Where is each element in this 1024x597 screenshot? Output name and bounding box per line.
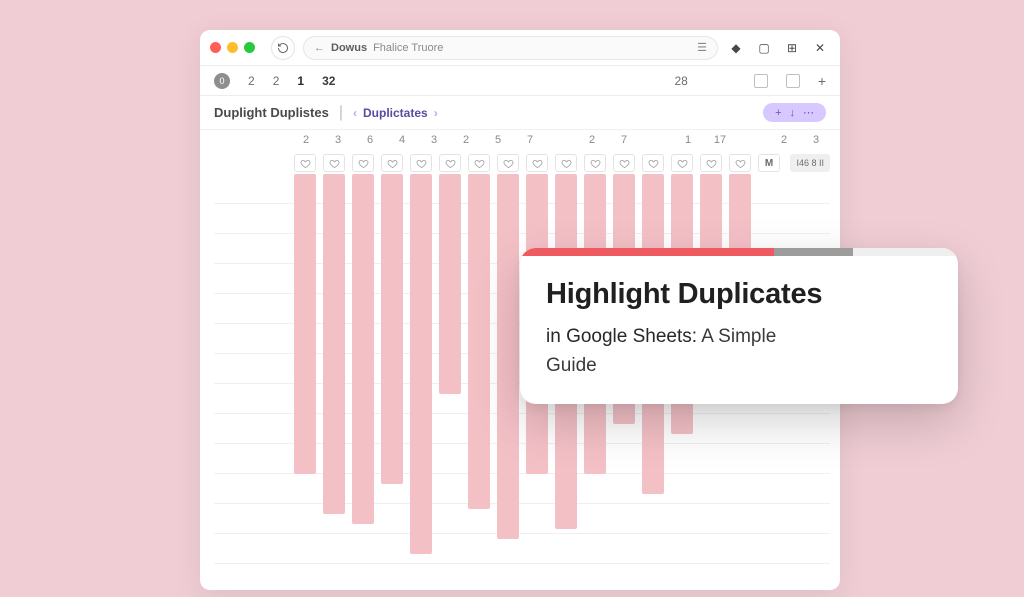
bar — [381, 174, 403, 484]
tab-num[interactable]: 1 — [297, 74, 304, 88]
overlay-body: Highlight Duplicates in Google Sheets: A… — [520, 256, 958, 404]
tab-num[interactable]: 2 — [273, 74, 280, 88]
tab-button-1[interactable] — [754, 74, 768, 88]
bar-column — [497, 174, 519, 539]
bar-column — [410, 174, 432, 554]
overlay-sub-a: in Google Sheets: — [546, 326, 697, 347]
bar-column — [294, 174, 316, 474]
header-num: 5 — [488, 134, 508, 146]
more-icon: ⋯ — [803, 106, 814, 119]
overlay-title: Highlight Duplicates — [546, 278, 932, 311]
bar-column — [439, 174, 461, 394]
tab-badge[interactable]: 0 — [214, 73, 230, 89]
breadcrumb-item-2[interactable]: ‹ Duplictates › — [353, 106, 438, 120]
address-text: Fhalice Truore — [373, 42, 443, 54]
address-bar[interactable]: ← Dowus Fhalice Truore ☰ — [303, 36, 718, 60]
tab-num-right: 28 — [674, 74, 687, 88]
add-icon: + — [775, 107, 781, 119]
column-marker[interactable] — [468, 154, 490, 172]
back-icon[interactable]: ← — [314, 42, 325, 54]
column-marker[interactable] — [526, 154, 548, 172]
column-marker[interactable] — [671, 154, 693, 172]
header-num: 7 — [520, 134, 540, 146]
tab-num[interactable]: 32 — [322, 74, 335, 88]
address-lead: Dowus — [331, 42, 367, 54]
header-num: 2 — [456, 134, 476, 146]
maximize-icon[interactable] — [244, 42, 255, 53]
column-marker[interactable] — [555, 154, 577, 172]
bar — [352, 174, 374, 524]
new-tab-button[interactable]: + — [818, 73, 826, 89]
bar-column — [468, 174, 490, 509]
overlay-sub-b: A Simple — [697, 326, 776, 347]
close-icon[interactable] — [210, 42, 221, 53]
header-num: 3 — [424, 134, 444, 146]
header-num: 6 — [360, 134, 380, 146]
breadcrumb-item-2-label: Duplictates — [363, 106, 428, 120]
column-marker[interactable] — [729, 154, 751, 172]
header-num: 4 — [392, 134, 412, 146]
column-marker[interactable] — [410, 154, 432, 172]
chevron-left-icon: ‹ — [353, 106, 357, 120]
column-marker[interactable] — [294, 154, 316, 172]
header-num: 17 — [710, 134, 730, 146]
bar-column — [323, 174, 345, 514]
overlay-accent — [520, 248, 958, 256]
download-icon: ↓ — [790, 107, 796, 119]
bar — [439, 174, 461, 394]
column-marker[interactable] — [352, 154, 374, 172]
extension-icon[interactable]: ✕ — [810, 38, 830, 58]
bar — [323, 174, 345, 514]
bar — [410, 174, 432, 554]
overlay-sub-c: Guide — [546, 355, 597, 376]
tab-button-2[interactable] — [786, 74, 800, 88]
header-num: 3 — [328, 134, 348, 146]
header-num: 2 — [582, 134, 602, 146]
column-marker[interactable] — [439, 154, 461, 172]
shield-icon[interactable]: ◆ — [726, 38, 746, 58]
breadcrumb-item-1[interactable]: Duplight Duplistes — [214, 105, 329, 120]
right-badge: I46 8 II — [790, 154, 830, 172]
chevron-right-icon: › — [434, 106, 438, 120]
overlay-card: Highlight Duplicates in Google Sheets: A… — [520, 248, 958, 404]
header-num: 1 — [678, 134, 698, 146]
tabs-bar: 0 2 2 1 32 28 + — [200, 66, 840, 96]
header-num: 2 — [774, 134, 794, 146]
traffic-lights — [210, 42, 255, 53]
bar — [294, 174, 316, 474]
bar — [468, 174, 490, 509]
action-pill[interactable]: + ↓ ⋯ — [763, 103, 826, 122]
column-marker-m[interactable]: M — [758, 154, 780, 172]
column-marker[interactable] — [497, 154, 519, 172]
header-num: 7 — [614, 134, 634, 146]
overlay-subtitle: in Google Sheets: A Simple Guide — [546, 323, 932, 380]
reader-icon[interactable]: ☰ — [697, 41, 707, 54]
bookmark-icon[interactable]: ▢ — [754, 38, 774, 58]
marker-row: M — [210, 154, 830, 172]
header-num: 2 — [296, 134, 316, 146]
minimize-icon[interactable] — [227, 42, 238, 53]
column-marker[interactable] — [381, 154, 403, 172]
breadcrumb-sep: | — [339, 104, 343, 122]
column-marker[interactable] — [642, 154, 664, 172]
header-num: 3 — [806, 134, 826, 146]
column-marker[interactable] — [584, 154, 606, 172]
tab-num[interactable]: 2 — [248, 74, 255, 88]
bar — [497, 174, 519, 539]
bar-column — [352, 174, 374, 524]
breadcrumb: Duplight Duplistes | ‹ Duplictates › + ↓… — [200, 96, 840, 130]
window-icon[interactable]: ⊞ — [782, 38, 802, 58]
header-num — [646, 134, 666, 146]
header-numbers: 236432572711723 — [200, 130, 840, 148]
refresh-button[interactable] — [271, 36, 295, 60]
column-marker[interactable] — [323, 154, 345, 172]
column-marker[interactable] — [613, 154, 635, 172]
header-num — [742, 134, 762, 146]
bar-column — [381, 174, 403, 484]
column-marker[interactable] — [700, 154, 722, 172]
titlebar: ← Dowus Fhalice Truore ☰ ◆ ▢ ⊞ ✕ — [200, 30, 840, 66]
